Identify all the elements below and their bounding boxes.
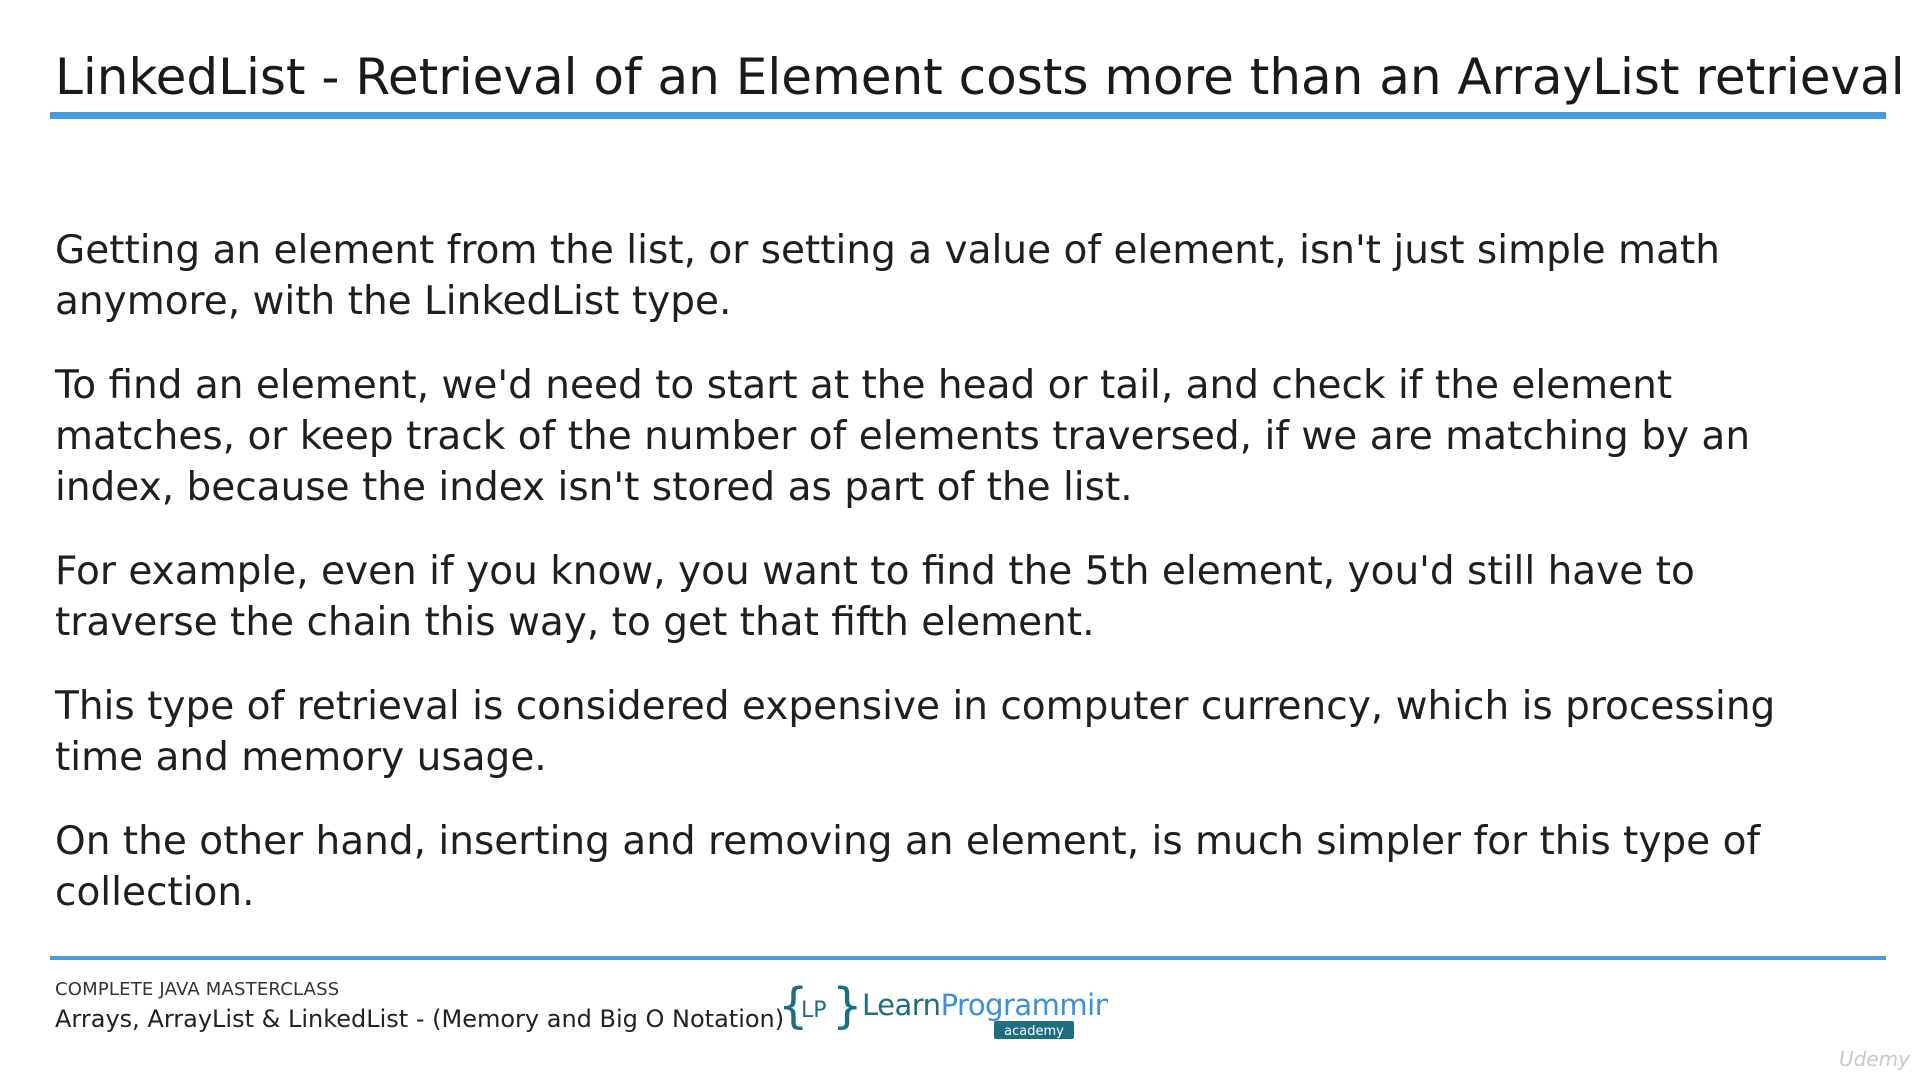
section-name: Arrays, ArrayList & LinkedList - (Memory… bbox=[55, 1005, 785, 1033]
body-paragraph: For example, even if you know, you want … bbox=[55, 549, 1695, 645]
title-divider bbox=[50, 112, 1886, 119]
logo-word-programming: Programming bbox=[941, 988, 1108, 1022]
logo-word-learn: Learn bbox=[862, 988, 941, 1022]
body-paragraph: This type of retrieval is considered exp… bbox=[55, 684, 1776, 780]
learnprogramming-academy-logo: { LP } LearnProgramming academy bbox=[778, 978, 1108, 1040]
slide-title: LinkedList - Retrieval of an Element cos… bbox=[55, 48, 1905, 106]
slide-body: Getting an element from the list, or set… bbox=[55, 225, 1855, 951]
course-name: COMPLETE JAVA MASTERCLASS bbox=[55, 979, 340, 1000]
footer-divider bbox=[50, 956, 1886, 960]
logo-initials: LP bbox=[801, 998, 827, 1023]
udemy-watermark: Udemy bbox=[1839, 1047, 1910, 1071]
logo-brace-right: } bbox=[832, 978, 863, 1034]
logo-tag-text: academy bbox=[1004, 1024, 1064, 1039]
body-paragraph: Getting an element from the list, or set… bbox=[55, 228, 1720, 324]
body-paragraph: To find an element, we'd need to start a… bbox=[55, 363, 1751, 510]
body-paragraph: On the other hand, inserting and removin… bbox=[55, 819, 1761, 915]
logo-wordmark: LearnProgramming bbox=[862, 988, 1108, 1022]
